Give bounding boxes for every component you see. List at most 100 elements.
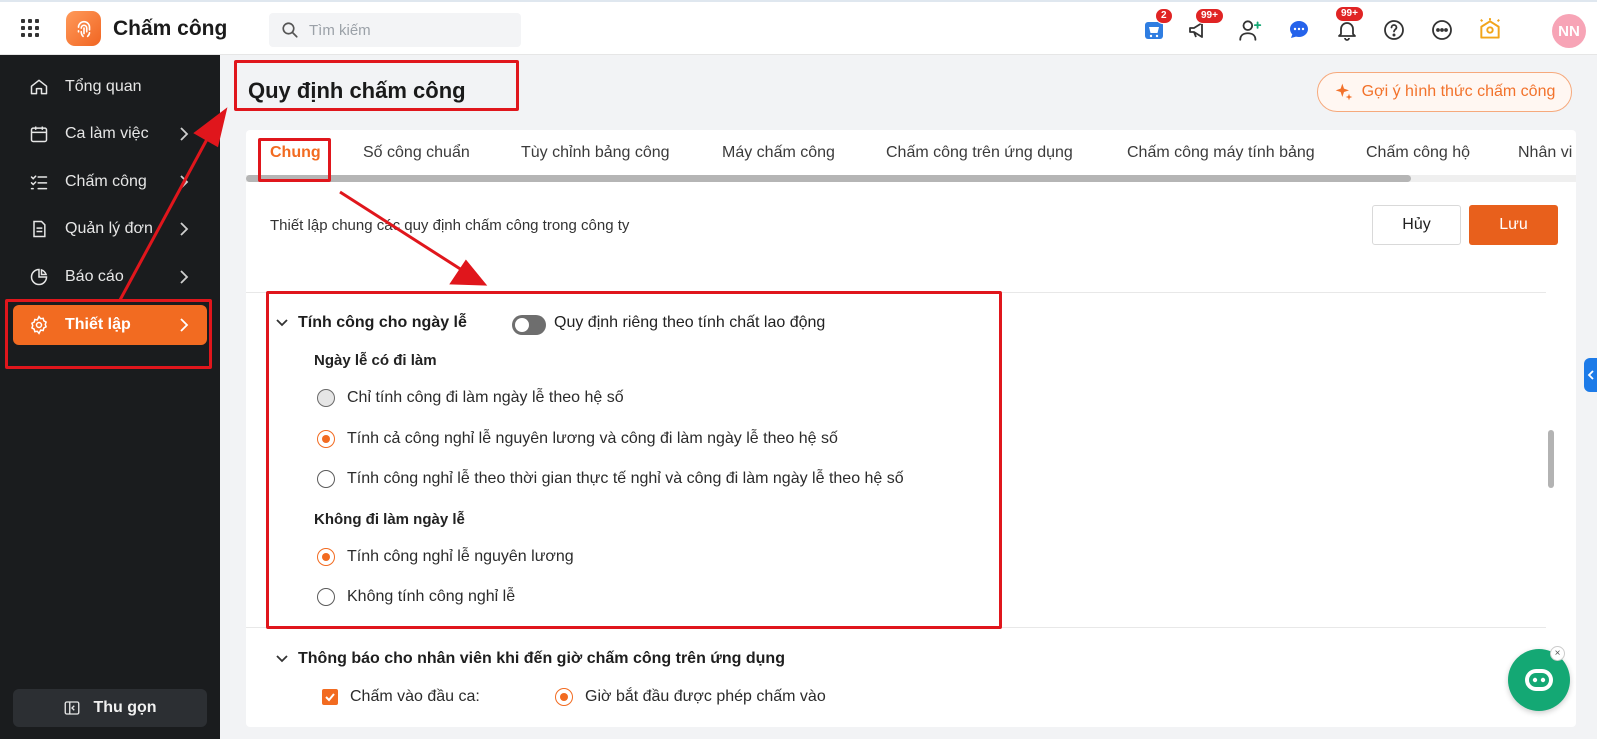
labor-nature-toggle[interactable]	[512, 315, 546, 335]
checkbox-option[interactable]: Chấm vào đầu ca:	[322, 688, 480, 706]
document-icon	[27, 217, 51, 241]
radio-option[interactable]: Tính công nghỉ lễ theo thời gian thực tế…	[317, 470, 904, 488]
avatar[interactable]: NN	[1552, 14, 1586, 48]
more-icon	[1432, 20, 1452, 40]
pie-chart-icon	[27, 265, 51, 289]
help-icon	[1384, 20, 1404, 40]
help-button[interactable]	[1380, 16, 1408, 44]
tab-standard-workdays[interactable]: Số công chuẩn	[363, 144, 470, 162]
add-user-button[interactable]	[1236, 16, 1264, 44]
not-working-holiday-heading: Không đi làm ngày lễ	[314, 511, 465, 528]
chevron-down-icon	[276, 319, 288, 327]
sidebar-item-label: Quản lý đơn	[65, 220, 153, 237]
app-title: Chấm công	[113, 17, 228, 40]
radio-option[interactable]: Tính công nghỉ lễ nguyên lương	[317, 548, 574, 566]
sidebar-item-label: Tổng quan	[65, 78, 142, 95]
radio-button[interactable]	[317, 588, 335, 606]
sidebar-item-shifts[interactable]: Ca làm việc	[13, 114, 207, 154]
divider	[246, 292, 1546, 293]
save-button[interactable]: Lưu	[1469, 205, 1558, 245]
radio-option[interactable]: Giờ bắt đầu được phép chấm vào	[555, 688, 826, 706]
tab-general[interactable]: Chung	[270, 144, 321, 162]
radio-button[interactable]	[317, 430, 335, 448]
cart-button[interactable]: 2	[1140, 8, 1173, 44]
notify-section-title: Thông báo cho nhân viên khi đến giờ chấm…	[298, 650, 785, 667]
tab-app-timekeeping[interactable]: Chấm công trên ứng dụng	[886, 144, 1073, 162]
radio-label: Tính cả công nghỉ lễ nguyên lương và côn…	[347, 430, 838, 447]
sidebar-item-label: Chấm công	[65, 173, 147, 190]
fingerprint-logo-icon	[66, 11, 101, 46]
cart-badge: 2	[1155, 8, 1173, 24]
holiday-section-title: Tính công cho ngày lễ	[298, 314, 467, 331]
chevron-right-icon	[180, 270, 189, 284]
labor-nature-toggle-label: Quy định riêng theo tính chất lao động	[554, 314, 826, 331]
page-description: Thiết lập chung các quy định chấm công t…	[270, 217, 630, 234]
tab-employees[interactable]: Nhân vi	[1518, 144, 1572, 162]
announcement-button[interactable]: 99+	[1185, 8, 1224, 44]
radio-option[interactable]: Tính cả công nghỉ lễ nguyên lương và côn…	[317, 430, 838, 448]
tab-scrollbar-thumb[interactable]	[246, 175, 1411, 182]
collapse-label: Thu gọn	[93, 699, 157, 716]
suggest-method-button[interactable]: Gợi ý hình thức chấm công	[1317, 72, 1572, 112]
sidebar-item-label: Báo cáo	[65, 268, 124, 285]
search-icon	[282, 22, 298, 38]
radio-button[interactable]	[317, 470, 335, 488]
more-button[interactable]	[1428, 16, 1456, 44]
radio-label: Chỉ tính công đi làm ngày lễ theo hệ số	[347, 389, 624, 406]
top-bar: Chấm công 2 99+ 99+ NN	[0, 0, 1597, 55]
holiday-section-header[interactable]: Tính công cho ngày lễ	[276, 314, 467, 332]
sidebar-item-overview[interactable]: Tổng quan	[13, 67, 207, 107]
radio-label: Giờ bắt đầu được phép chấm vào	[585, 688, 826, 705]
close-icon[interactable]: ×	[1550, 646, 1565, 661]
cancel-button[interactable]: Hủy	[1372, 205, 1461, 245]
radio-option[interactable]: Chỉ tính công đi làm ngày lễ theo hệ số	[317, 389, 624, 407]
radio-button[interactable]	[317, 548, 335, 566]
tab-bar: Chung Số công chuẩn Tùy chỉnh bảng công …	[246, 130, 1576, 180]
radio-label: Tính công nghỉ lễ theo thời gian thực tế…	[347, 470, 904, 487]
chevron-left-icon	[1587, 370, 1594, 380]
chevron-down-icon	[276, 655, 288, 663]
location-button[interactable]	[1476, 16, 1504, 44]
chevron-right-icon	[180, 222, 189, 236]
working-holiday-heading: Ngày lễ có đi làm	[314, 352, 437, 369]
tab-proxy-timekeeping[interactable]: Chấm công hộ	[1366, 144, 1470, 162]
check-icon	[325, 693, 335, 702]
chevron-right-icon	[180, 318, 189, 332]
radio-label: Tính công nghỉ lễ nguyên lương	[347, 548, 574, 565]
sparkle-icon	[1335, 83, 1352, 101]
page-title: Quy định chấm công	[248, 78, 466, 103]
search-box[interactable]	[269, 13, 521, 47]
content-scrollbar-thumb[interactable]	[1548, 430, 1554, 488]
checkbox-label: Chấm vào đầu ca:	[350, 688, 480, 705]
add-user-icon	[1239, 20, 1262, 41]
sidebar-item-label: Ca làm việc	[65, 125, 149, 142]
sidebar-item-label: Thiết lập	[65, 316, 131, 333]
chat-icon	[1290, 21, 1308, 38]
radio-button[interactable]	[555, 688, 573, 706]
search-input[interactable]	[309, 13, 509, 47]
tab-custom-timesheet[interactable]: Tùy chỉnh bảng công	[521, 144, 670, 162]
side-panel-handle[interactable]	[1584, 358, 1597, 392]
sidebar-item-timekeeping[interactable]: Chấm công	[13, 162, 207, 202]
app-grid-icon[interactable]	[21, 19, 39, 37]
tab-tablet-timekeeping[interactable]: Chấm công máy tính bảng	[1127, 144, 1315, 162]
sidebar-item-settings[interactable]: Thiết lập	[13, 305, 207, 345]
messenger-button[interactable]	[1285, 16, 1313, 44]
notification-badge: 99+	[1335, 6, 1364, 22]
radio-option[interactable]: Không tính công nghỉ lễ	[317, 588, 515, 606]
checkbox[interactable]	[322, 689, 338, 705]
chevron-right-icon	[180, 127, 189, 141]
notification-button[interactable]: 99+	[1333, 6, 1364, 44]
sidebar-item-reports[interactable]: Báo cáo	[13, 257, 207, 297]
map-pin-icon	[1480, 18, 1500, 39]
collapse-sidebar-button[interactable]: Thu gọn	[13, 689, 207, 727]
radio-button[interactable]	[317, 389, 335, 407]
suggest-label: Gợi ý hình thức chấm công	[1361, 83, 1556, 100]
tab-time-clock[interactable]: Máy chấm công	[722, 144, 835, 162]
collapse-icon	[65, 701, 80, 715]
notify-section-header[interactable]: Thông báo cho nhân viên khi đến giờ chấm…	[276, 650, 785, 668]
chatbot-icon	[1525, 669, 1553, 691]
sidebar-item-requests[interactable]: Quản lý đơn	[13, 209, 207, 249]
announcement-badge: 99+	[1195, 8, 1224, 24]
calendar-icon	[27, 122, 51, 146]
